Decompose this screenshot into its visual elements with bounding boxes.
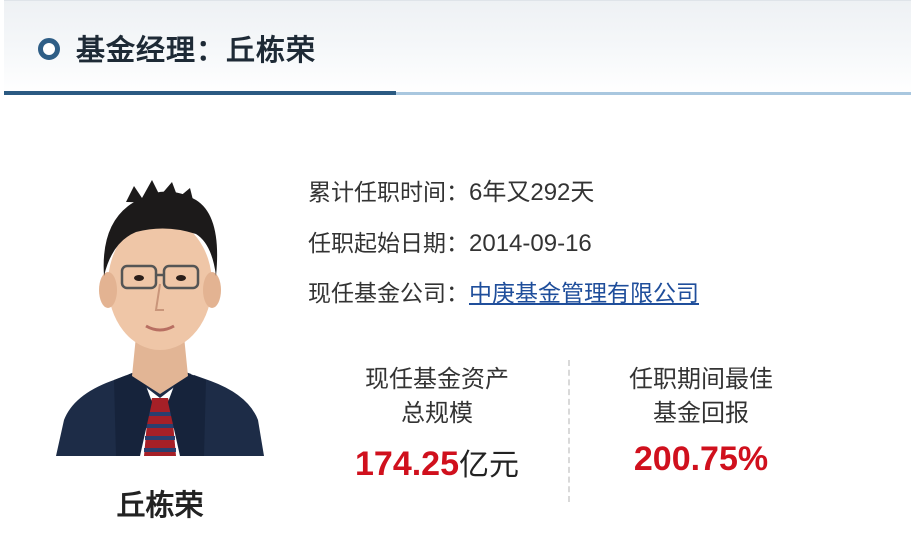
company-label: 现任基金公司： [308,281,469,307]
assets-number: 174.25 [355,445,459,483]
assets-value: 174.25亿元 [318,440,556,484]
header-rule-accent [4,91,396,95]
tenure-value: 6年又292天 [469,179,595,206]
assets-label-line2: 总规模 [401,399,473,427]
circle-bullet-icon [38,38,60,60]
header-rule-light [396,92,911,95]
start-date-value: 2014-09-16 [469,230,592,257]
return-label-line2: 基金回报 [653,399,749,427]
start-date-label: 任职起始日期： [308,231,469,257]
assets-label-line1: 现任基金资产 [365,365,509,393]
tenure-label: 累计任职时间： [308,180,469,206]
assets-unit: 亿元 [459,448,519,483]
company-row: 现任基金公司：中庚基金管理有限公司 [308,274,699,308]
assets-label: 现任基金资产 总规模 [330,362,544,430]
section-title: 基金经理：丘栋荣 [76,33,317,67]
return-value: 200.75% [592,440,810,479]
manager-photo [56,158,264,456]
start-date-row: 任职起始日期：2014-09-16 [308,224,592,258]
tenure-row: 累计任职时间：6年又292天 [308,172,594,207]
company-link[interactable]: 中庚基金管理有限公司 [469,281,699,307]
stats-divider [568,360,570,502]
manager-name: 丘栋荣 [116,488,204,522]
return-label-line1: 任职期间最佳 [629,365,773,393]
return-label: 任职期间最佳 基金回报 [592,362,810,430]
return-number: 200.75% [633,440,769,478]
section-header: 基金经理：丘栋荣 [4,0,911,95]
